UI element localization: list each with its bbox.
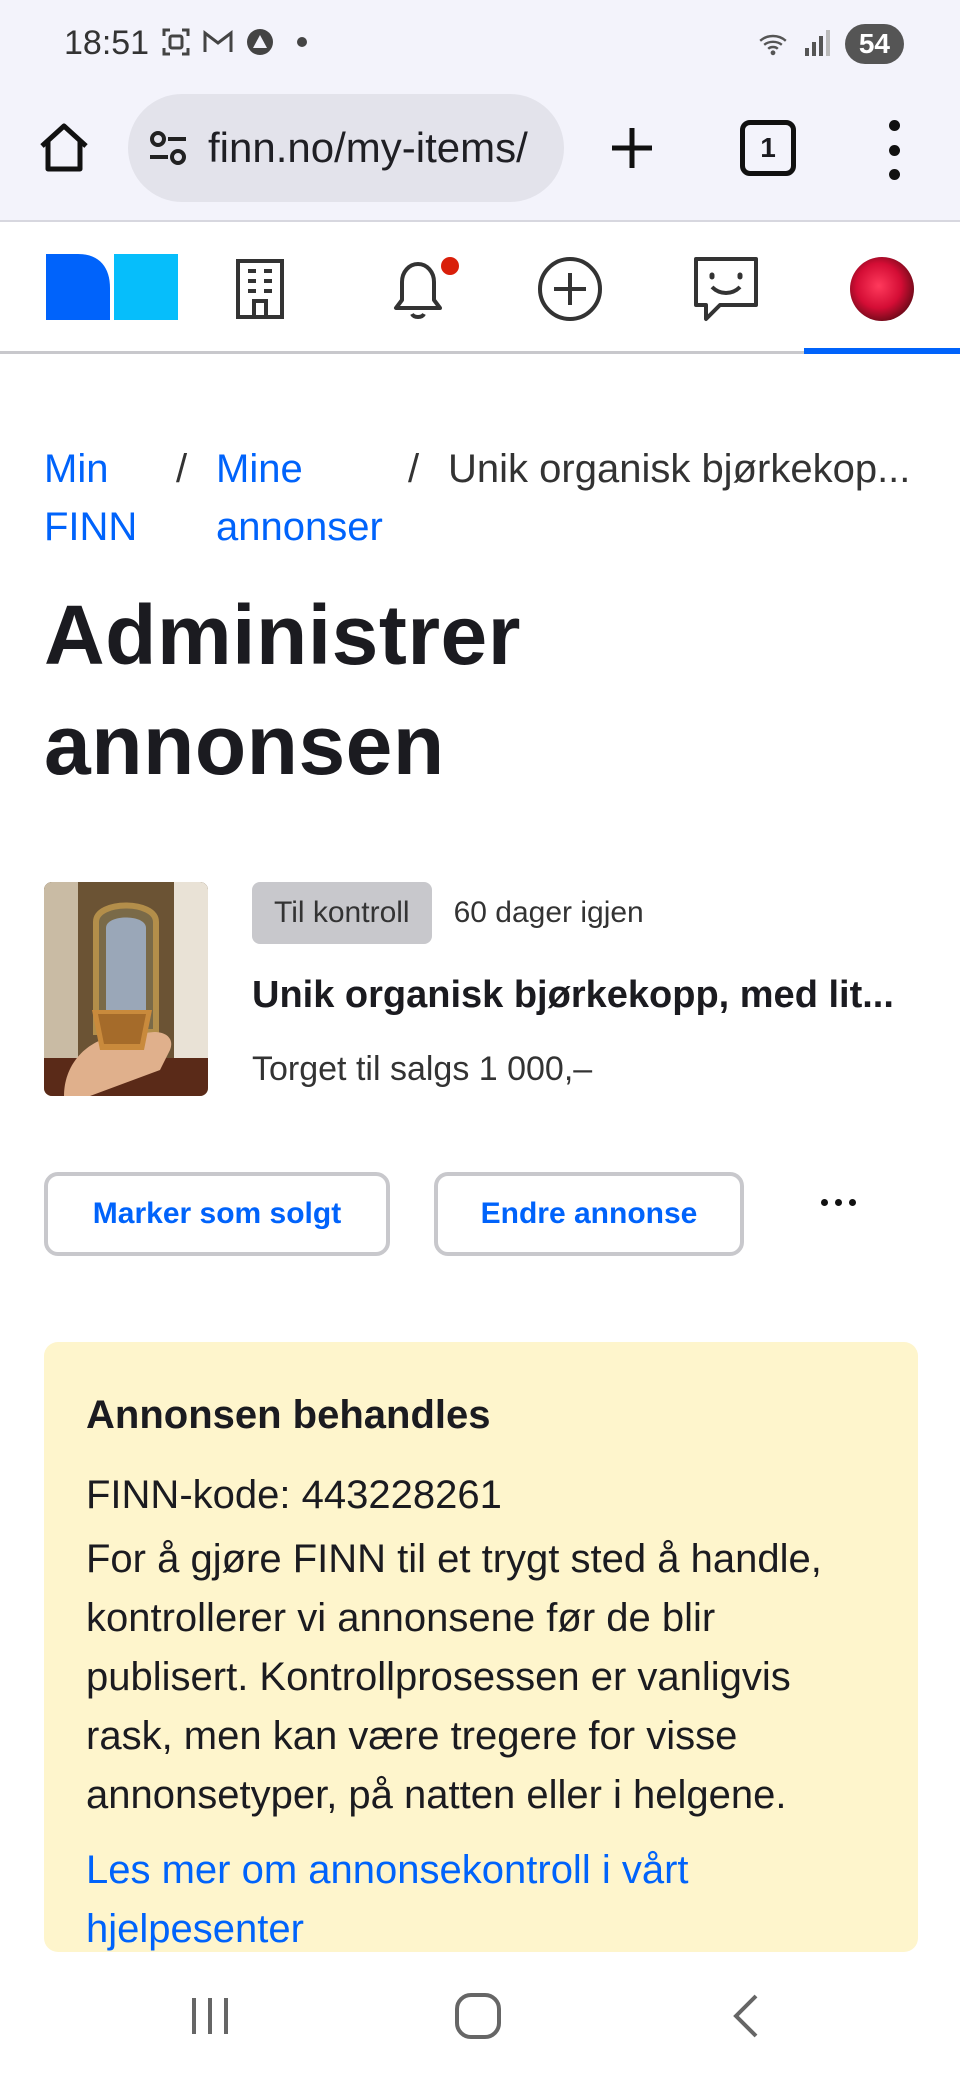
ad-card: Til kontroll 60 dager igjen Unik organis… <box>44 882 924 1096</box>
breadcrumb-separator: / <box>176 447 188 491</box>
screenshot-icon <box>160 26 192 58</box>
edit-ad-button[interactable]: Endre annonse <box>434 1172 744 1256</box>
business-button[interactable] <box>220 224 300 354</box>
url-text: finn.no/my-items/ <box>208 124 528 171</box>
menu-dot <box>888 144 900 156</box>
vpn-icon <box>244 26 276 58</box>
messages-button[interactable] <box>686 224 766 354</box>
recent-apps-icon <box>192 1998 228 2034</box>
tab-switcher-button[interactable]: 1 <box>740 120 796 176</box>
status-system-icons: 54 <box>757 24 904 64</box>
new-ad-button[interactable] <box>530 224 610 354</box>
help-center-link[interactable]: Les mer om annonsekontroll i vårt hjelpe… <box>86 1841 876 1952</box>
processing-info-box: Annonsen behandles FINN-kode: 443228261 … <box>44 1342 918 1952</box>
breadcrumb-min-finn[interactable]: Min FINN <box>44 440 137 556</box>
back-button[interactable] <box>716 1988 776 2044</box>
signal-icon <box>801 28 833 60</box>
more-dot <box>834 1198 842 1206</box>
info-body: For å gjøre FINN til et trygt sted å han… <box>86 1537 822 1817</box>
plus-icon <box>612 128 652 168</box>
status-bar: 18:51 54 <box>0 0 960 90</box>
ad-price: Torget til salgs 1 000,– <box>252 1050 593 1088</box>
add-circle-icon <box>538 257 602 321</box>
menu-dot <box>888 169 900 180</box>
more-options-button[interactable] <box>808 1172 868 1232</box>
back-chevron-icon <box>733 1994 758 2038</box>
finn-logo-icon <box>46 254 178 320</box>
breadcrumb-separator: / <box>408 447 420 491</box>
wifi-icon <box>757 28 789 60</box>
site-navigation <box>0 224 960 354</box>
home-icon <box>40 123 88 172</box>
status-badge: Til kontroll <box>252 882 432 944</box>
active-tab-indicator <box>804 348 960 354</box>
finn-logo[interactable] <box>46 254 178 320</box>
breadcrumb-current: Unik organisk bjørkekop... <box>448 447 911 491</box>
address-bar[interactable]: finn.no/my-items/ <box>128 94 564 202</box>
more-dot <box>848 1198 856 1206</box>
building-icon <box>236 259 284 319</box>
tab-count: 1 <box>760 132 776 163</box>
browser-toolbar: finn.no/my-items/ 1 <box>0 90 960 222</box>
home-button[interactable] <box>36 120 92 176</box>
gmail-icon <box>202 26 234 58</box>
ad-thumbnail[interactable] <box>44 882 208 1096</box>
ad-actions: Marker som solgt Endre annonse <box>44 1172 924 1256</box>
status-notification-icons <box>160 26 318 58</box>
breadcrumb-mine-annonser[interactable]: Mine annonser <box>216 440 383 556</box>
profile-button[interactable] <box>842 224 922 354</box>
android-navigation-bar <box>0 1952 960 2080</box>
dot-icon <box>286 26 318 58</box>
mark-sold-button[interactable]: Marker som solgt <box>44 1172 390 1256</box>
recent-apps-button[interactable] <box>180 1988 240 2044</box>
new-tab-button[interactable] <box>604 120 660 176</box>
finn-code: FINN-kode: 443228261 <box>86 1473 502 1517</box>
notifications-button[interactable] <box>376 224 476 354</box>
menu-dot <box>888 120 900 131</box>
info-heading: Annonsen behandles <box>86 1393 491 1437</box>
home-circle-icon <box>455 1993 501 2039</box>
ad-title[interactable]: Unik organisk bjørkekopp, med lit... <box>252 974 942 1017</box>
ad-status-row: Til kontroll 60 dager igjen <box>252 882 644 944</box>
breadcrumb: Min FINN / Mine annonser / Unik organisk… <box>44 440 924 560</box>
site-settings-icon[interactable] <box>146 126 190 170</box>
home-nav-button[interactable] <box>448 1988 508 2044</box>
bell-icon <box>394 257 459 319</box>
ad-photo <box>44 882 208 1096</box>
battery-indicator: 54 <box>844 24 904 64</box>
more-dot <box>820 1198 828 1206</box>
browser-menu-button[interactable] <box>880 120 908 180</box>
status-time: 18:51 <box>64 24 150 62</box>
page-title: Administrer annonsen <box>44 588 521 792</box>
days-left: 60 dager igjen <box>453 896 644 929</box>
avatar <box>850 257 914 321</box>
chat-icon <box>694 257 758 321</box>
